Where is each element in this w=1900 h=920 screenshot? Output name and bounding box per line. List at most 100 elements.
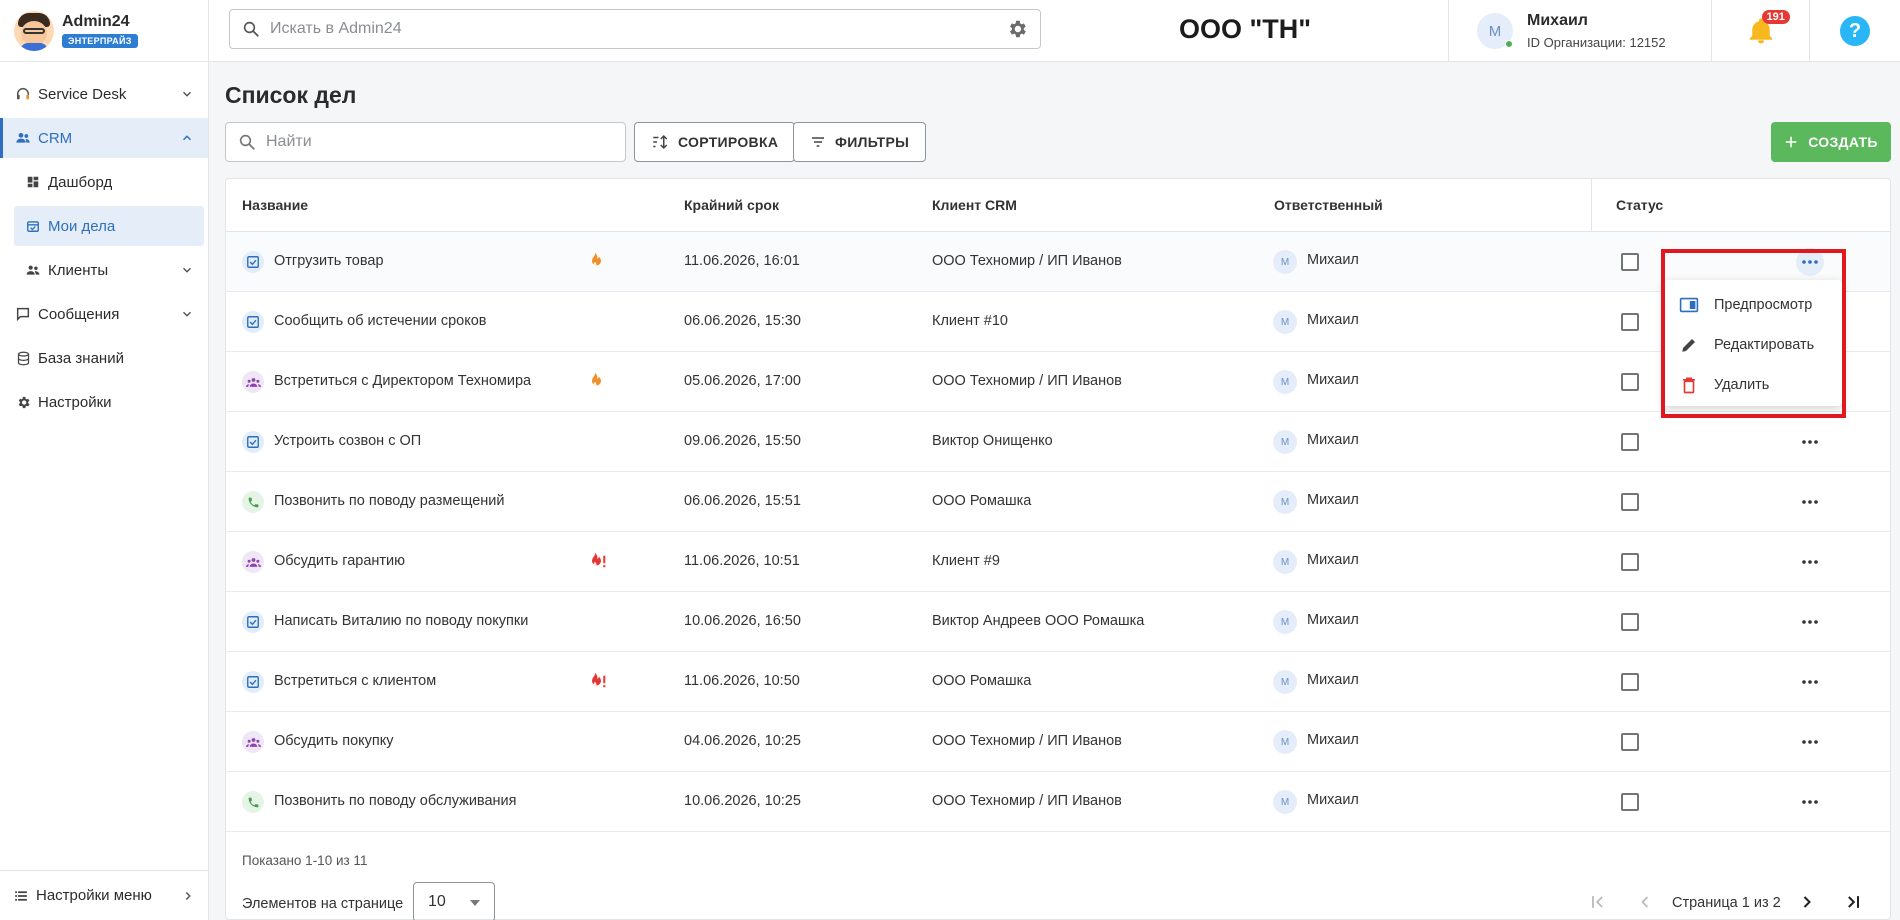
responsible-avatar: М <box>1273 790 1297 814</box>
sort-button[interactable]: СОРТИРОВКА <box>634 122 796 162</box>
status-checkbox[interactable] <box>1621 433 1639 451</box>
create-button[interactable]: СОЗДАТЬ <box>1771 122 1891 162</box>
logo[interactable]: Admin24 ЭНТЕРПРАЙЗ <box>0 0 209 62</box>
table-row[interactable]: Позвонить по поводу обслуживания 10.06.20… <box>226 772 1890 832</box>
notifications-count-badge: 191 <box>1761 10 1790 24</box>
sidebar-item-settings[interactable]: Настройки <box>0 382 208 422</box>
task-name[interactable]: Встретиться с клиентом <box>274 673 436 689</box>
status-checkbox[interactable] <box>1621 373 1639 391</box>
more-actions-icon[interactable] <box>1796 608 1824 636</box>
task-name[interactable]: Встретиться с Директором Техномира <box>274 373 531 389</box>
responsible-avatar: М <box>1273 310 1297 334</box>
more-actions-icon[interactable] <box>1796 548 1824 576</box>
column-header-client[interactable]: Клиент CRM <box>932 197 1017 213</box>
user-profile[interactable]: М Михаил ID Организации: 12152 <box>1448 0 1712 62</box>
people-icon <box>14 129 32 147</box>
fire-priority-icon <box>587 372 607 392</box>
table-row[interactable]: Встретиться с Директором Техномира 05.06.… <box>226 352 1890 412</box>
status-checkbox[interactable] <box>1621 733 1639 751</box>
task-client[interactable]: ООО Техномир / ИП Иванов <box>932 793 1122 809</box>
status-checkbox[interactable] <box>1621 673 1639 691</box>
task-name[interactable]: Обсудить покупку <box>274 733 394 749</box>
dropdown-arrow-icon <box>470 900 480 906</box>
more-actions-icon[interactable] <box>1796 428 1824 456</box>
task-client[interactable]: Виктор Онищенко <box>932 433 1053 449</box>
task-deadline: 11.06.2026, 10:51 <box>684 553 800 569</box>
task-name[interactable]: Сообщить об истечении сроков <box>274 313 486 329</box>
more-actions-icon[interactable] <box>1796 488 1824 516</box>
sidebar-item-service-desk[interactable]: Service Desk <box>0 74 208 114</box>
sidebar-item-my-tasks[interactable]: Мои дела <box>14 206 204 246</box>
task-search-input[interactable] <box>266 133 613 151</box>
task-deadline: 10.06.2026, 16:50 <box>684 613 801 629</box>
help-button[interactable]: ? <box>1810 0 1900 62</box>
table-row[interactable]: Позвонить по поводу размещений 06.06.2026… <box>226 472 1890 532</box>
notifications-button[interactable]: 191 <box>1712 0 1810 62</box>
sidebar-item-crm[interactable]: CRM <box>0 118 208 158</box>
per-page-select[interactable]: 10 <box>413 882 495 920</box>
task-client[interactable]: Клиент #9 <box>932 553 1000 569</box>
more-actions-icon[interactable] <box>1796 788 1824 816</box>
task-deadline: 11.06.2026, 10:50 <box>684 673 800 689</box>
chat-icon <box>14 305 32 323</box>
task-check-icon <box>242 671 264 693</box>
task-name[interactable]: Позвонить по поводу обслуживания <box>274 793 517 809</box>
task-deadline: 11.06.2026, 16:01 <box>684 253 800 269</box>
table-row[interactable]: Отгрузить товар 11.06.2026, 16:01 ООО Техн… <box>226 232 1890 292</box>
table-row[interactable]: Встретиться с клиентом 11.06.2026, 10:50 О… <box>226 652 1890 712</box>
logo-title: Admin24 <box>62 13 130 30</box>
task-client[interactable]: ООО Ромашка <box>932 493 1031 509</box>
table-row[interactable]: Устроить созвон с ОП 09.06.2026, 15:50 Вик… <box>226 412 1890 472</box>
more-actions-icon[interactable] <box>1796 668 1824 696</box>
previous-page-icon[interactable] <box>1635 892 1655 912</box>
sidebar-item-dashboard[interactable]: Дашборд <box>0 162 208 202</box>
sidebar-item-messages[interactable]: Сообщения <box>0 294 208 334</box>
column-header-name[interactable]: Название <box>242 197 308 213</box>
first-page-icon[interactable] <box>1588 892 1608 912</box>
task-name[interactable]: Позвонить по поводу размещений <box>274 493 504 509</box>
status-checkbox[interactable] <box>1621 253 1639 271</box>
sidebar-item-knowledge-base[interactable]: База знаний <box>0 338 208 378</box>
status-checkbox[interactable] <box>1621 313 1639 331</box>
last-page-icon[interactable] <box>1843 892 1863 912</box>
sort-icon <box>653 134 668 150</box>
responsible-avatar: М <box>1273 730 1297 754</box>
sidebar-item-clients[interactable]: Клиенты <box>0 250 208 290</box>
column-divider <box>1591 179 1592 232</box>
status-checkbox[interactable] <box>1621 613 1639 631</box>
column-header-responsible[interactable]: Ответственный <box>1274 197 1383 213</box>
task-client[interactable]: ООО Техномир / ИП Иванов <box>932 733 1122 749</box>
task-name[interactable]: Устроить созвон с ОП <box>274 433 421 449</box>
status-checkbox[interactable] <box>1621 793 1639 811</box>
task-client[interactable]: Клиент #10 <box>932 313 1008 329</box>
task-check-icon <box>242 431 264 453</box>
status-checkbox[interactable] <box>1621 553 1639 571</box>
task-deadline: 06.06.2026, 15:51 <box>684 493 801 509</box>
table-row[interactable]: Сообщить об истечении сроков 06.06.2026, … <box>226 292 1890 352</box>
task-name[interactable]: Написать Виталию по поводу покупки <box>274 613 528 629</box>
gear-icon[interactable] <box>1006 18 1028 40</box>
table-row[interactable]: Обсудить гарантию 11.06.2026, 10:51 Клиент… <box>226 532 1890 592</box>
task-name[interactable]: Отгрузить товар <box>274 253 384 269</box>
more-actions-icon[interactable] <box>1796 728 1824 756</box>
status-checkbox[interactable] <box>1621 493 1639 511</box>
task-responsible: Михаил <box>1307 792 1359 808</box>
global-search-input[interactable] <box>270 20 1006 38</box>
table-row[interactable]: Обсудить покупку 04.06.2026, 10:25 ООО Тех… <box>226 712 1890 772</box>
task-client[interactable]: Виктор Андреев ООО Ромашка <box>932 613 1144 629</box>
table-row[interactable]: Написать Виталию по поводу покупки 10.06.… <box>226 592 1890 652</box>
task-responsible: Михаил <box>1307 552 1359 568</box>
next-page-icon[interactable] <box>1797 892 1817 912</box>
filters-button[interactable]: ФИЛЬТРЫ <box>793 122 927 162</box>
fire-urgent-icon <box>587 672 607 692</box>
task-search <box>225 122 626 162</box>
column-header-deadline[interactable]: Крайний срок <box>684 197 779 213</box>
task-client[interactable]: ООО Техномир / ИП Иванов <box>932 253 1122 269</box>
task-name[interactable]: Обсудить гарантию <box>274 553 405 569</box>
menu-settings-button[interactable]: Настройки меню <box>0 870 209 920</box>
dashboard-icon <box>24 173 42 191</box>
task-client[interactable]: ООО Ромашка <box>932 673 1031 689</box>
meeting-icon <box>242 371 264 393</box>
task-client[interactable]: ООО Техномир / ИП Иванов <box>932 373 1122 389</box>
column-header-status[interactable]: Статус <box>1616 197 1663 213</box>
